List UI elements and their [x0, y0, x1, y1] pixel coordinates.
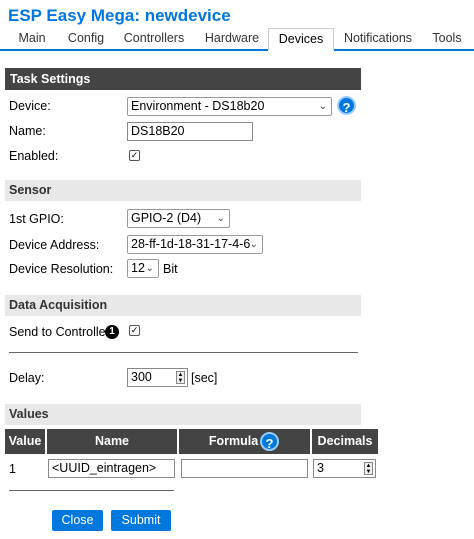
value-decimals-input[interactable]: 3 ▲ ▼ [313, 459, 376, 478]
device-label: Device: [9, 99, 51, 113]
chevron-down-icon: ⌄ [216, 213, 225, 224]
name-label: Name: [9, 124, 46, 138]
delay-input[interactable]: 300 ▲ ▼ [127, 368, 188, 387]
task-settings-header: Task Settings [5, 68, 361, 90]
decimals-value: 3 [317, 461, 324, 475]
value-formula-input[interactable] [181, 459, 308, 478]
tab-hardware[interactable]: Hardware [196, 28, 268, 49]
resolution-select[interactable]: 12 ⌄ [127, 259, 159, 278]
values-header: Values [5, 404, 361, 425]
resolution-value: 12 [131, 261, 145, 275]
formula-help-icon[interactable]: ? [260, 432, 279, 451]
divider [9, 352, 358, 353]
column-header-formula: Formula [179, 429, 310, 454]
spinner-icon[interactable]: ▲ ▼ [176, 371, 185, 384]
data-acquisition-header: Data Acquisition [5, 295, 361, 316]
main-menu: Main Config Controllers Hardware Devices… [0, 28, 474, 51]
help-icon[interactable]: ? [337, 96, 356, 115]
formula-header-label: Formula [208, 434, 259, 448]
value-name-input[interactable]: <UUID_eintragen> [48, 459, 175, 478]
column-header-value: Value [5, 429, 45, 454]
gpio-select-value: GPIO-2 (D4) [131, 211, 202, 225]
controller-number-badge: 1 [105, 325, 119, 339]
device-address-select[interactable]: 28-ff-1d-18-31-17-4-6a ⌄ [127, 235, 263, 254]
device-select[interactable]: Environment - DS18b20 ⌄ [127, 97, 332, 116]
column-header-name: Name [47, 429, 177, 454]
send-to-controller-checkbox[interactable]: ✓ [129, 325, 140, 336]
chevron-down-icon: ⌄ [249, 236, 258, 253]
send-to-controller-label: Send to Controller [9, 325, 110, 339]
gpio-label: 1st GPIO: [9, 212, 64, 226]
tab-devices[interactable]: Devices [268, 28, 334, 51]
chevron-down-icon: ⌄ [318, 101, 327, 112]
close-button[interactable]: Close [52, 510, 103, 531]
name-input[interactable]: DS18B20 [127, 122, 253, 141]
device-select-value: Environment - DS18b20 [131, 99, 265, 113]
tab-main[interactable]: Main [6, 28, 58, 49]
delay-unit: [sec] [191, 371, 218, 385]
value-index: 1 [9, 462, 16, 476]
enabled-label: Enabled: [9, 149, 59, 163]
resolution-unit: Bit [163, 262, 178, 276]
sensor-header: Sensor [5, 180, 361, 201]
delay-label: Delay: [9, 371, 45, 385]
tab-tools[interactable]: Tools [424, 28, 470, 49]
device-address-label: Device Address: [9, 238, 100, 252]
delay-value: 300 [131, 370, 152, 384]
page-title: ESP Easy Mega: newdevice [8, 6, 231, 25]
gpio-select[interactable]: GPIO-2 (D4) ⌄ [127, 209, 230, 228]
tab-config[interactable]: Config [58, 28, 114, 49]
enabled-checkbox[interactable]: ✓ [129, 150, 140, 161]
tab-notifications[interactable]: Notifications [336, 28, 420, 49]
column-header-decimals: Decimals [312, 429, 378, 454]
spinner-icon[interactable]: ▲ ▼ [364, 462, 373, 475]
tab-controllers[interactable]: Controllers [116, 28, 192, 49]
submit-button[interactable]: Submit [111, 510, 171, 531]
divider [9, 490, 174, 491]
device-address-value: 28-ff-1d-18-31-17-4-6a [131, 237, 258, 251]
device-resolution-label: Device Resolution: [9, 262, 114, 276]
chevron-down-icon: ⌄ [145, 263, 154, 274]
